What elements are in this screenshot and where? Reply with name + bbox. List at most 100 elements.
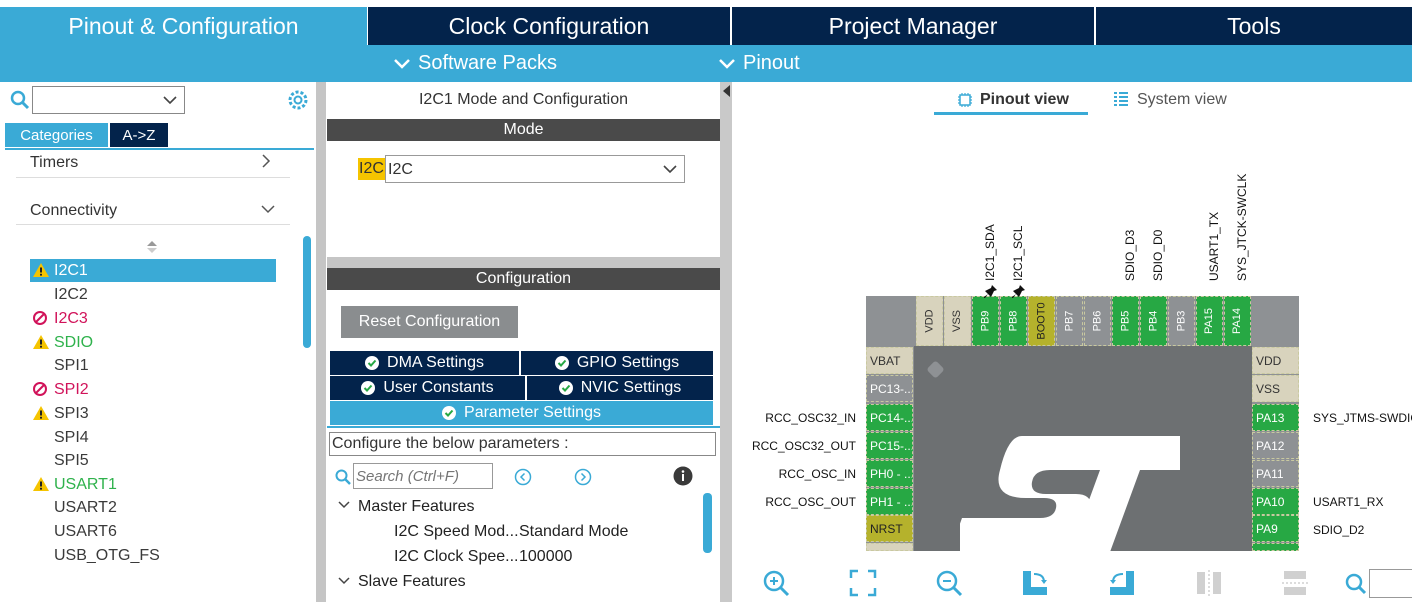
warning-icon xyxy=(32,476,50,494)
pin-pa11[interactable]: PA11 xyxy=(1252,460,1299,487)
tab-user-constants[interactable]: User Constants xyxy=(330,376,525,400)
pin-unlabeled[interactable] xyxy=(866,543,913,551)
pin-pa12[interactable]: PA12 xyxy=(1252,432,1299,459)
tab-project-manager[interactable]: Project Manager xyxy=(732,7,1094,45)
tab-underline xyxy=(327,426,720,428)
collapse-left-icon[interactable] xyxy=(721,84,731,98)
pin-pc15[interactable]: PC15-... xyxy=(866,432,913,459)
info-icon[interactable] xyxy=(673,466,693,486)
peripheral-item-i2c2[interactable]: I2C2 xyxy=(30,283,276,306)
pushpin-icon xyxy=(1012,283,1025,298)
pin-pb6[interactable]: PB6 xyxy=(1084,296,1111,346)
tab-categories[interactable]: Categories xyxy=(5,123,108,147)
flip-vertical-icon[interactable] xyxy=(1194,568,1224,598)
tree-slave-features[interactable]: Slave Features xyxy=(358,573,466,591)
mode-select[interactable]: I2C xyxy=(385,155,685,183)
collapse-icon[interactable] xyxy=(338,577,350,585)
pin-pc14[interactable]: PC14-... xyxy=(866,404,913,431)
fit-to-screen-icon[interactable] xyxy=(848,568,878,598)
panel-divider[interactable] xyxy=(316,82,326,602)
pin-pa14[interactable]: PA14 xyxy=(1224,296,1251,346)
peripheral-item-usb_otg_fs[interactable]: USB_OTG_FS xyxy=(30,544,276,567)
rotate-left-icon[interactable] xyxy=(1107,568,1137,598)
panel-divider[interactable] xyxy=(720,82,732,602)
peripheral-item-spi4[interactable]: SPI4 xyxy=(30,426,276,449)
software-packs-menu[interactable]: Software Packs xyxy=(394,45,557,82)
sort-icon[interactable] xyxy=(146,240,158,254)
tab-clock-configuration[interactable]: Clock Configuration xyxy=(368,7,730,45)
tab-pinout-configuration[interactable]: Pinout & Configuration xyxy=(0,7,367,45)
category-timers-label: Timers xyxy=(30,154,79,171)
search-icon[interactable] xyxy=(1345,573,1367,595)
peripheral-item-usart2[interactable]: USART2 xyxy=(30,496,276,519)
sub-menu-bar: Software Packs Pinout xyxy=(0,45,1412,82)
zoom-in-icon[interactable] xyxy=(761,568,791,598)
pin-pa15[interactable]: PA15 xyxy=(1196,296,1223,346)
pin-vss[interactable]: VSS xyxy=(944,296,971,346)
peripheral-item-label: USART1 xyxy=(54,475,117,493)
pin-vss[interactable]: VSS xyxy=(1252,375,1299,402)
param-clock-speed-name[interactable]: I2C Clock Spee... xyxy=(394,548,519,566)
reset-configuration-button[interactable]: Reset Configuration xyxy=(341,306,518,338)
peripheral-item-i2c1[interactable]: I2C1 xyxy=(30,259,276,282)
peripheral-item-usart6[interactable]: USART6 xyxy=(30,520,276,543)
tab-tools[interactable]: Tools xyxy=(1096,7,1412,45)
peripheral-item-usart1[interactable]: USART1 xyxy=(30,473,276,496)
peripheral-item-label: SDIO xyxy=(54,333,94,351)
tree-scrollbar[interactable] xyxy=(703,493,712,553)
pin-pa10[interactable]: PA10 xyxy=(1252,488,1299,515)
peripheral-item-spi2[interactable]: SPI2 xyxy=(30,378,276,401)
pin-nrst[interactable]: NRST xyxy=(866,515,913,542)
peripheral-item-spi3[interactable]: SPI3 xyxy=(30,402,276,425)
pin-pb9[interactable]: PB9 xyxy=(972,296,999,346)
peripheral-item-spi5[interactable]: SPI5 xyxy=(30,449,276,472)
category-timers[interactable]: Timers xyxy=(16,152,290,178)
peripheral-item-i2c3[interactable]: I2C3 xyxy=(30,307,276,330)
tab-gpio-settings[interactable]: GPIO Settings xyxy=(521,351,713,375)
chip-view-icon xyxy=(958,93,972,107)
collapse-icon[interactable] xyxy=(338,501,350,509)
pin-boot0[interactable]: BOOT0 xyxy=(1028,296,1055,346)
pinout-menu[interactable]: Pinout xyxy=(719,45,800,82)
rotate-right-icon[interactable] xyxy=(1020,568,1050,598)
pin-pc13[interactable]: PC13-... xyxy=(866,375,913,402)
pin-pb8[interactable]: PB8 xyxy=(1000,296,1027,346)
next-arrow-icon[interactable] xyxy=(574,468,592,486)
previous-arrow-icon[interactable] xyxy=(514,468,532,486)
check-icon xyxy=(365,356,380,370)
pin-pa9[interactable]: PA9 xyxy=(1252,515,1299,542)
peripheral-item-spi1[interactable]: SPI1 xyxy=(30,354,276,377)
tab-parameter-settings[interactable]: Parameter Settings xyxy=(330,401,713,425)
gear-icon[interactable] xyxy=(287,89,309,111)
flip-horizontal-icon[interactable] xyxy=(1280,568,1310,598)
pin-pb7[interactable]: PB7 xyxy=(1056,296,1083,346)
peripheral-item-sdio[interactable]: SDIO xyxy=(30,331,276,354)
search-icon[interactable] xyxy=(10,90,30,110)
param-speed-mode-value[interactable]: Standard Mode xyxy=(519,523,628,541)
pin-pb3[interactable]: PB3 xyxy=(1168,296,1195,346)
pin-ph0[interactable]: PH0 - ... xyxy=(866,460,913,487)
category-connectivity[interactable]: Connectivity xyxy=(16,199,290,225)
tree-master-features[interactable]: Master Features xyxy=(358,498,474,516)
pin-vdd[interactable]: VDD xyxy=(1252,347,1299,374)
tab-dma-settings[interactable]: DMA Settings xyxy=(330,351,519,375)
pin-pb4[interactable]: PB4 xyxy=(1140,296,1167,346)
tab-nvic-settings[interactable]: NVIC Settings xyxy=(527,376,713,400)
search-input[interactable] xyxy=(32,86,185,114)
pin-unlabeled[interactable] xyxy=(1252,543,1299,551)
pin-search-input[interactable] xyxy=(1369,569,1412,598)
zoom-out-icon[interactable] xyxy=(934,568,964,598)
chevron-down-icon[interactable] xyxy=(163,96,177,105)
param-speed-mode-name[interactable]: I2C Speed Mod... xyxy=(394,523,519,541)
pin-vbat[interactable]: VBAT xyxy=(866,347,913,374)
pin-pb5[interactable]: PB5 xyxy=(1112,296,1139,346)
tab-pinout-view[interactable]: Pinout view xyxy=(980,91,1069,109)
tab-system-view[interactable]: System view xyxy=(1137,91,1227,109)
pin-ph1[interactable]: PH1 - ... xyxy=(866,488,913,515)
param-clock-speed-value[interactable]: 100000 xyxy=(519,548,572,566)
parameter-search-input[interactable] xyxy=(353,463,493,489)
left-scrollbar[interactable] xyxy=(303,236,311,348)
tab-a-to-z[interactable]: A->Z xyxy=(110,123,168,147)
pin-pa13[interactable]: PA13 xyxy=(1252,404,1299,431)
pin-vdd[interactable]: VDD xyxy=(916,296,943,346)
